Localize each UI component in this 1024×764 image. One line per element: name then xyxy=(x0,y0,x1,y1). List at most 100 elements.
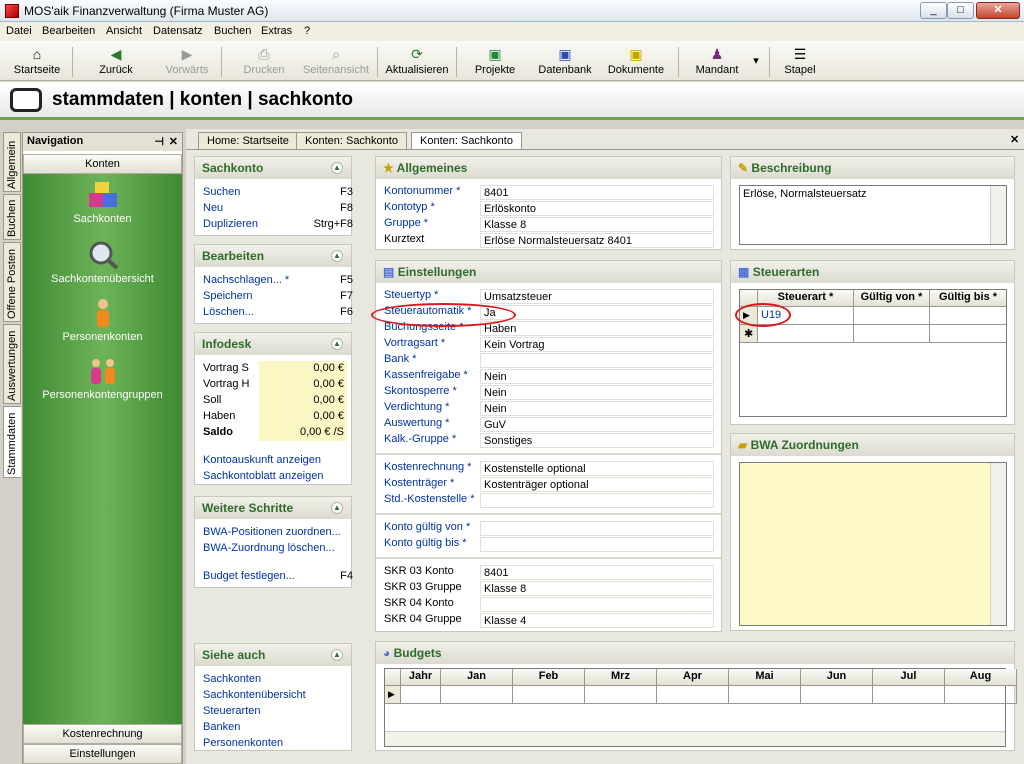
field-fields4-2[interactable] xyxy=(480,597,714,612)
collapse-icon[interactable]: ▲ xyxy=(331,502,343,514)
menu-extras[interactable]: Extras xyxy=(261,25,292,37)
field-fields3-1[interactable] xyxy=(480,537,714,552)
collapse-icon[interactable]: ▲ xyxy=(331,338,343,350)
nav-item-personenkonten[interactable]: Personenkonten xyxy=(23,298,182,343)
budget-header-8[interactable]: Aug xyxy=(945,669,1017,686)
collapse-icon[interactable]: ▲ xyxy=(331,649,343,661)
budget-cell[interactable] xyxy=(873,686,945,704)
menu-datensatz[interactable]: Datensatz xyxy=(153,25,203,37)
kontotyp-field[interactable]: Erlöskonto xyxy=(480,201,714,216)
link-duplizieren[interactable]: Duplizieren Strg+F8 xyxy=(203,218,353,234)
zurueck-button[interactable]: ◀ Zurück xyxy=(92,44,140,80)
close-tab-icon[interactable]: ✕ xyxy=(1010,133,1019,146)
field-fields1-3[interactable]: Kein Vortrag xyxy=(480,337,714,352)
nav-item-sachkonten[interactable]: Sachkonten xyxy=(23,180,182,225)
link-sachkontenuebersicht[interactable]: Sachkontenübersicht xyxy=(203,689,353,705)
field-fields3-0[interactable] xyxy=(480,521,714,536)
mandant-button[interactable]: ♟ Mandant xyxy=(692,44,742,80)
budget-cell[interactable] xyxy=(585,686,657,704)
budgets-grid[interactable]: ▶ Jahr Jan Feb Mrz Apr Mai Jun Jul Aug xyxy=(384,668,1017,747)
beschreibung-textarea[interactable]: Erlöse, Normalsteuersatz xyxy=(739,185,1007,245)
budget-header-4[interactable]: Apr xyxy=(657,669,729,686)
gruppe-field[interactable]: Klasse 8 xyxy=(480,217,714,232)
link-nachschlagen[interactable]: Nachschlagen... * F5 xyxy=(203,274,353,290)
tab-konten-sachkonto-1[interactable]: Konten: Sachkonto xyxy=(296,132,407,149)
budget-cell[interactable] xyxy=(657,686,729,704)
field-fields1-6[interactable]: Nein xyxy=(480,385,714,400)
budget-cell[interactable] xyxy=(513,686,585,704)
pin-icon[interactable]: ⊣ xyxy=(154,135,164,148)
budget-header-3[interactable]: Mrz xyxy=(585,669,657,686)
nav-item-personenkontengruppen[interactable]: Personenkontengruppen xyxy=(23,356,182,401)
projekte-button[interactable]: ▣ Projekte xyxy=(470,44,520,80)
budget-header-7[interactable]: Jul xyxy=(873,669,945,686)
field-fields1-2[interactable]: Haben xyxy=(480,321,714,336)
field-fields1-9[interactable]: Sonstiges xyxy=(480,433,714,448)
field-fields4-1[interactable]: Klasse 8 xyxy=(480,581,714,596)
field-fields4-0[interactable]: 8401 xyxy=(480,565,714,580)
budget-cell[interactable] xyxy=(801,686,873,704)
tab-home-startseite[interactable]: Home: Startseite xyxy=(198,132,298,149)
field-fields1-7[interactable]: Nein xyxy=(480,401,714,416)
drucken-button[interactable]: ⎙ Drucken xyxy=(240,44,288,80)
field-fields1-5[interactable]: Nein xyxy=(480,369,714,384)
budget-cell[interactable] xyxy=(729,686,801,704)
datenbank-button[interactable]: ▣ Datenbank xyxy=(536,44,594,80)
link-budget-festlegen[interactable]: Budget festlegen... F4 xyxy=(203,570,353,586)
field-fields2-1[interactable]: Kostenträger optional xyxy=(480,477,714,492)
link-kontoauskunft[interactable]: Kontoauskunft anzeigen xyxy=(203,454,321,466)
new-row-cell[interactable] xyxy=(854,325,930,343)
nav-item-sachkontenuebersicht[interactable]: Sachkontenübersicht xyxy=(23,240,182,285)
new-row-cell[interactable] xyxy=(758,325,854,343)
vertical-scrollbar[interactable] xyxy=(990,463,1006,625)
gueltig-bis-cell[interactable] xyxy=(930,307,1006,325)
field-fields2-2[interactable] xyxy=(480,493,714,508)
menu-buchen[interactable]: Buchen xyxy=(214,25,251,37)
link-banken[interactable]: Banken xyxy=(203,721,353,737)
bwa-list[interactable] xyxy=(739,462,1007,626)
field-fields1-4[interactable] xyxy=(480,353,714,368)
budget-cell[interactable] xyxy=(401,686,441,704)
vtab-stammdaten[interactable]: Stammdaten xyxy=(3,406,21,478)
horizontal-scrollbar[interactable] xyxy=(385,731,1005,746)
link-sachkontoblatt[interactable]: Sachkontoblatt anzeigen xyxy=(203,470,323,482)
link-suchen[interactable]: Suchen F3 xyxy=(203,186,353,202)
maximize-button[interactable]: □ xyxy=(947,2,974,19)
new-row-cell[interactable] xyxy=(930,325,1006,343)
field-fields2-0[interactable]: Kostenstelle optional xyxy=(480,461,714,476)
budget-header-6[interactable]: Jun xyxy=(801,669,873,686)
field-fields1-0[interactable]: Umsatzsteuer xyxy=(480,289,714,304)
link-bwa-loeschen[interactable]: BWA-Zuordnung löschen... xyxy=(203,542,353,558)
field-fields4-3[interactable]: Klasse 4 xyxy=(480,613,714,628)
tab-konten-sachkonto-2[interactable]: Konten: Sachkonto xyxy=(411,132,522,149)
budget-header-1[interactable]: Jan xyxy=(441,669,513,686)
link-steuerarten[interactable]: Steuerarten xyxy=(203,705,353,721)
kurztext-field[interactable]: Erlöse Normalsteuersatz 8401 xyxy=(480,233,714,248)
stapel-button[interactable]: ☰ Stapel xyxy=(780,44,820,80)
collapse-icon[interactable]: ▲ xyxy=(331,250,343,262)
menu-bearbeiten[interactable]: Bearbeiten xyxy=(42,25,95,37)
gueltig-von-cell[interactable] xyxy=(854,307,930,325)
budget-cell[interactable] xyxy=(945,686,1017,704)
link-bwa-positionen[interactable]: BWA-Positionen zuordnen... xyxy=(203,526,353,542)
close-icon[interactable]: ✕ xyxy=(169,135,178,148)
field-fields1-8[interactable]: GuV xyxy=(480,417,714,432)
aktualisieren-button[interactable]: ⟳ Aktualisieren xyxy=(384,44,450,80)
kontonummer-field[interactable]: 8401 xyxy=(480,185,714,200)
vorwaerts-button[interactable]: ▶ Vorwärts xyxy=(160,44,214,80)
budget-cell[interactable] xyxy=(441,686,513,704)
nav-group-einstellungen[interactable]: Einstellungen xyxy=(23,744,182,764)
budget-header-5[interactable]: Mai xyxy=(729,669,801,686)
link-personenkonten[interactable]: Personenkonten xyxy=(203,737,353,753)
budget-header-0[interactable]: Jahr xyxy=(401,669,441,686)
budget-header-2[interactable]: Feb xyxy=(513,669,585,686)
close-window-button[interactable]: ✕ xyxy=(976,2,1020,19)
vertical-scrollbar[interactable] xyxy=(990,186,1006,244)
link-speichern[interactable]: Speichern F7 xyxy=(203,290,353,306)
nav-group-konten[interactable]: Konten xyxy=(23,154,182,174)
menu-ansicht[interactable]: Ansicht xyxy=(106,25,142,37)
link-neu[interactable]: Neu F8 xyxy=(203,202,353,218)
nav-group-kostenrechnung[interactable]: Kostenrechnung xyxy=(23,724,182,744)
seitenansicht-button[interactable]: ⌕ Seitenansicht xyxy=(300,44,372,80)
collapse-icon[interactable]: ▲ xyxy=(331,162,343,174)
